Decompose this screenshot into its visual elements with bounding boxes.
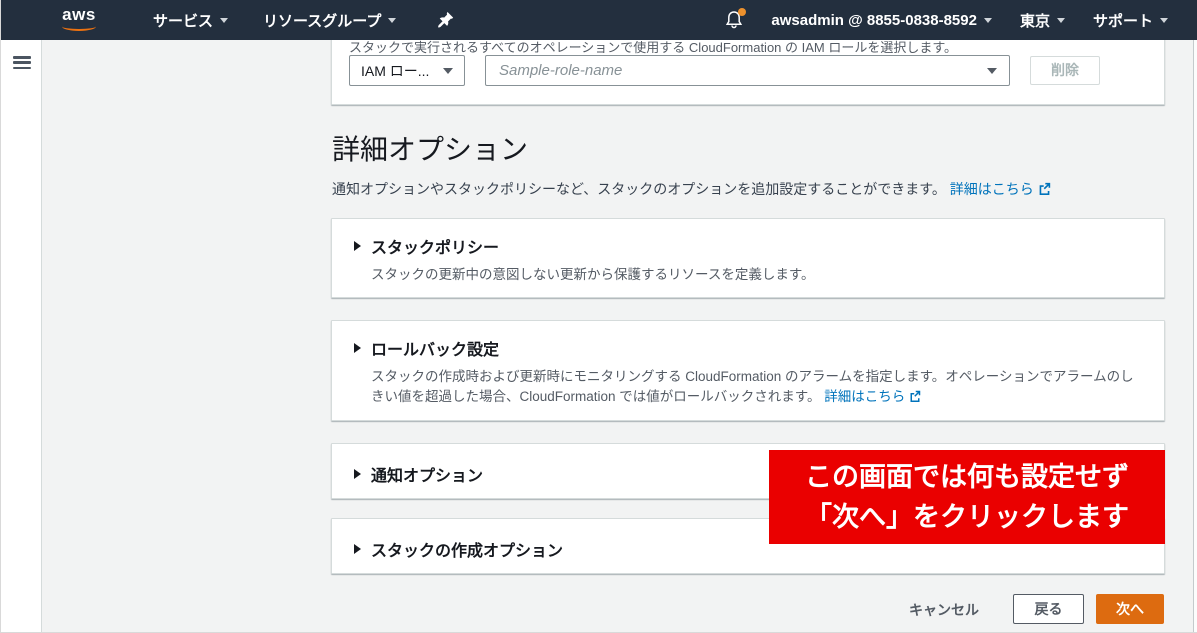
aws-logo[interactable]: aws (56, 6, 102, 34)
instruction-annotation: この画面では何も設定せず 「次へ」をクリックします (769, 450, 1165, 544)
nav-services-label: サービス (153, 10, 213, 31)
section-rollback-config-toggle[interactable]: ロールバック設定 (332, 321, 1164, 360)
section-stack-policy-toggle[interactable]: スタックポリシー (332, 219, 1164, 258)
triangle-right-icon (354, 241, 361, 251)
iam-role-name-input[interactable] (485, 55, 1010, 86)
region-label: 東京 (1020, 10, 1050, 31)
nav-resource-groups-label: リソースグループ (263, 10, 381, 31)
chevron-down-icon[interactable] (987, 68, 997, 74)
delete-button[interactable]: 削除 (1030, 56, 1100, 85)
section-stack-policy: スタックポリシー スタックの更新中の意図しない更新から保護するリソースを定義しま… (331, 218, 1165, 298)
annotation-line-1: この画面では何も設定せず (805, 457, 1129, 497)
iam-role-type-select[interactable]: IAM ロー... (349, 55, 465, 86)
learn-more-link[interactable]: 詳細はこちら (824, 389, 921, 404)
next-button[interactable]: 次へ (1096, 594, 1164, 624)
chevron-down-icon (984, 18, 992, 23)
notification-badge (738, 8, 746, 16)
account-label: awsadmin @ 8855-0838-8592 (771, 12, 977, 29)
back-button[interactable]: 戻る (1013, 594, 1084, 624)
notifications-bell[interactable] (725, 10, 743, 30)
learn-more-label: 詳細はこちら (950, 181, 1034, 197)
nav-resource-groups-menu[interactable]: リソースグループ (263, 10, 396, 31)
scrollbar[interactable] (1193, 40, 1197, 632)
chevron-down-icon (220, 18, 228, 23)
triangle-right-icon (354, 343, 361, 353)
aws-logo-text: aws (56, 6, 102, 24)
learn-more-label: 詳細はこちら (824, 389, 905, 404)
chevron-down-icon (388, 18, 396, 23)
iam-role-name-combobox (485, 55, 1010, 86)
cancel-button[interactable]: キャンセル (909, 600, 979, 620)
external-link-icon (909, 390, 921, 402)
region-menu[interactable]: 東京 (1020, 10, 1065, 31)
window-frame: aws サービス リソースグループ awsadmin @ 8855-0838-8… (0, 0, 1197, 633)
iam-role-type-value: IAM ロー... (361, 61, 429, 81)
hamburger-menu-icon[interactable] (13, 56, 31, 70)
section-title: ロールバック設定 (371, 336, 499, 360)
chevron-down-icon (1057, 18, 1065, 23)
page-description: 通知オプションやスタックポリシーなど、スタックのオプションを追加設定することがで… (332, 179, 1051, 199)
triangle-right-icon (354, 469, 361, 479)
chevron-down-icon (443, 68, 453, 74)
section-title: スタックポリシー (371, 234, 499, 258)
learn-more-link[interactable]: 詳細はこちら (950, 181, 1051, 197)
section-rollback-config: ロールバック設定 スタックの作成時および更新時にモニタリングする CloudFo… (331, 320, 1165, 421)
section-title: 通知オプション (371, 462, 483, 486)
chevron-down-icon (1160, 18, 1168, 23)
account-menu[interactable]: awsadmin @ 8855-0838-8592 (771, 12, 992, 29)
section-description: スタックの作成時および更新時にモニタリングする CloudFormation の… (371, 367, 1142, 407)
support-label: サポート (1093, 10, 1153, 31)
annotation-line-2: 「次へ」をクリックします (805, 497, 1129, 537)
section-title: スタックの作成オプション (371, 537, 563, 561)
navbar-right-group: awsadmin @ 8855-0838-8592 東京 サポート (725, 0, 1168, 40)
section-description-text: スタックの作成時および更新時にモニタリングする CloudFormation の… (371, 369, 1134, 404)
external-link-icon (1038, 182, 1051, 195)
triangle-right-icon (354, 544, 361, 554)
top-navbar: aws サービス リソースグループ awsadmin @ 8855-0838-8… (1, 0, 1197, 40)
left-sidebar (2, 40, 42, 632)
page-description-text: 通知オプションやスタックポリシーなど、スタックのオプションを追加設定することがで… (332, 181, 946, 197)
pin-icon[interactable] (437, 11, 454, 28)
nav-services-menu[interactable]: サービス (153, 10, 228, 31)
page-title: 詳細オプション (332, 128, 528, 168)
support-menu[interactable]: サポート (1093, 10, 1168, 31)
section-description: スタックの更新中の意図しない更新から保護するリソースを定義します。 (371, 265, 1142, 285)
